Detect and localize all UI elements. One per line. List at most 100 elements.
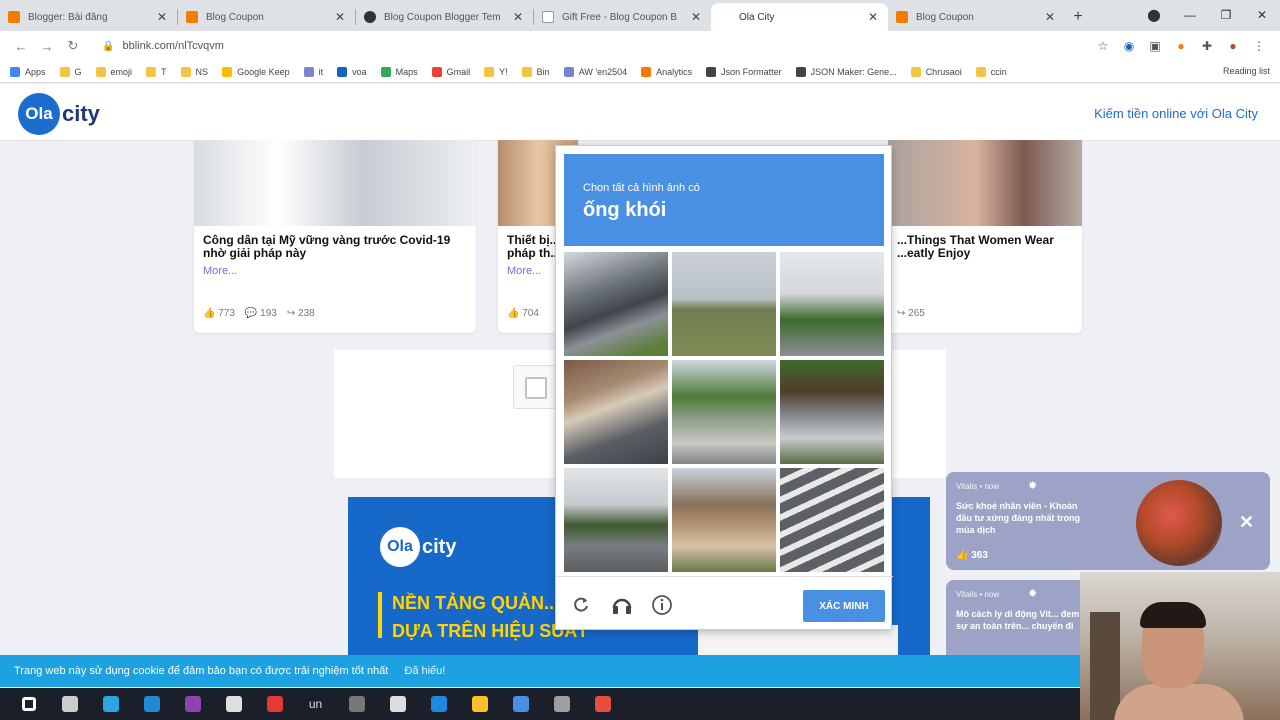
cookie-text: Trang web này sử dụng cookie để đảm bảo …	[14, 665, 389, 677]
skype-icon[interactable]	[418, 688, 459, 720]
notification-card[interactable]: Vitalis • now ✸ Sức khoẻ nhân viên - Kho…	[946, 472, 1270, 570]
folder-icon	[431, 66, 442, 77]
article-image	[194, 140, 476, 226]
avatar[interactable]: ●	[1220, 39, 1246, 53]
close-window-icon[interactable]: ✕	[1244, 8, 1280, 22]
browser-tab[interactable]: Gift Free - Blog Coupon B ✕	[534, 3, 711, 31]
cookie-accept-button[interactable]: Đã hiểu!	[404, 665, 445, 677]
edge-icon[interactable]	[90, 688, 131, 720]
browser-tab-active[interactable]: Ola City ✕	[711, 3, 888, 31]
chrome-icon[interactable]	[459, 688, 500, 720]
info-icon[interactable]	[651, 594, 673, 616]
settings-icon[interactable]	[377, 688, 418, 720]
browser-tab[interactable]: Blog Coupon ✕	[888, 3, 1065, 31]
address-bar[interactable]: 🔒 bblink.com/nlTcvqvm	[94, 34, 1090, 58]
captcha-footer: XÁC MINH	[556, 576, 893, 630]
bookmark-item[interactable]: it	[303, 66, 323, 77]
banner-headline: NỀN TẢNG QUẢN...	[392, 593, 560, 613]
menu-icon[interactable]: ⋮	[1246, 39, 1272, 53]
new-tab-button[interactable]: +	[1065, 3, 1091, 31]
back-icon[interactable]: ←	[8, 39, 34, 54]
article-card[interactable]: Công dân tại Mỹ vững vàng trước Covid-19…	[194, 140, 476, 333]
lock-icon[interactable]: 🔒	[102, 41, 114, 52]
close-icon[interactable]: ✕	[1239, 512, 1254, 533]
forward-icon[interactable]: →	[34, 39, 60, 54]
reload-icon[interactable]	[570, 594, 592, 616]
reload-icon[interactable]: ↻	[60, 38, 86, 54]
recaptcha-checkbox[interactable]	[513, 365, 557, 409]
browser-tab[interactable]: Blog Coupon Blogger Tem ✕	[356, 3, 533, 31]
bookmark-item[interactable]: G	[59, 66, 82, 77]
site-logo[interactable]: Ola city	[18, 93, 100, 135]
blogger-icon	[8, 11, 20, 23]
bookmark-item[interactable]: JSON Maker: Gene...	[795, 66, 897, 77]
browser-toolbar: ← → ↻ 🔒 bblink.com/nlTcvqvm ☆ ◉ ▣ ● ✚ ● …	[0, 31, 1280, 61]
maximize-icon[interactable]: ❐	[1208, 8, 1244, 22]
opera-icon[interactable]	[254, 688, 295, 720]
profile-menu-icon[interactable]: ⬤	[1136, 8, 1172, 22]
bookmark-item[interactable]: Maps	[380, 66, 418, 77]
browser-tab[interactable]: Blogger: Bài đăng ✕	[0, 3, 177, 31]
browser-tab[interactable]: Blog Coupon ✕	[178, 3, 355, 31]
verify-button[interactable]: XÁC MINH	[803, 590, 885, 622]
notification-meta: Vitalis • now	[956, 590, 1000, 599]
app3-icon[interactable]	[541, 688, 582, 720]
bookmark-item[interactable]: Google Keep	[222, 66, 290, 77]
captcha-tile[interactable]	[780, 360, 884, 464]
bookmark-item[interactable]: Analytics	[641, 66, 692, 77]
close-tab-icon[interactable]: ✕	[689, 10, 703, 24]
bookmark-item[interactable]: Apps	[10, 66, 46, 77]
extension-icon[interactable]: ◉	[1116, 39, 1142, 53]
captcha-tile[interactable]	[780, 252, 884, 356]
app-icon[interactable]	[213, 688, 254, 720]
bookmark-item[interactable]: NS	[180, 66, 208, 77]
extension-icon[interactable]: ▣	[1142, 39, 1168, 53]
app4-icon[interactable]	[582, 688, 623, 720]
share-icon: ↪	[286, 308, 299, 319]
more-link[interactable]: More...	[194, 260, 476, 277]
bookmark-star-icon[interactable]: ☆	[1090, 39, 1116, 53]
bookmark-item[interactable]: Y!	[484, 66, 508, 77]
window-controls: ⬤ — ❐ ✕	[1136, 0, 1280, 30]
bookmark-item[interactable]: AW 'en2504	[563, 66, 627, 77]
folder-icon	[521, 66, 532, 77]
window-icon[interactable]	[336, 688, 377, 720]
bookmark-item[interactable]: voa	[337, 66, 367, 77]
terminal-icon[interactable]: un	[295, 688, 336, 720]
captcha-tile[interactable]	[672, 360, 776, 464]
windows-start-icon[interactable]	[8, 688, 49, 720]
bookmark-item[interactable]: Chrusaoi	[910, 66, 962, 77]
headphones-icon[interactable]	[611, 594, 633, 616]
extension-icon[interactable]: ●	[1168, 39, 1194, 53]
vscode-icon[interactable]	[131, 688, 172, 720]
close-tab-icon[interactable]: ✕	[866, 10, 880, 24]
notification-image	[1136, 480, 1222, 566]
folder-icon	[484, 66, 495, 77]
captcha-tile[interactable]	[564, 468, 668, 572]
puzzle-icon[interactable]: ✚	[1194, 39, 1220, 53]
task-view-icon[interactable]	[49, 688, 90, 720]
bookmark-item[interactable]: emoji	[95, 66, 132, 77]
captcha-tile[interactable]	[564, 252, 668, 356]
bookmark-item[interactable]: Gmail	[431, 66, 470, 77]
app2-icon[interactable]	[500, 688, 541, 720]
folder-icon	[303, 66, 314, 77]
close-tab-icon[interactable]: ✕	[333, 10, 347, 24]
visual-studio-icon[interactable]	[172, 688, 213, 720]
close-tab-icon[interactable]: ✕	[155, 10, 169, 24]
close-tab-icon[interactable]: ✕	[511, 10, 525, 24]
bookmark-item[interactable]: Json Formatter	[706, 66, 782, 77]
header-link[interactable]: Kiếm tiền online với Ola City	[1094, 106, 1258, 121]
close-tab-icon[interactable]: ✕	[1043, 10, 1057, 24]
bookmark-item[interactable]: ccin	[975, 66, 1007, 77]
article-card[interactable]: ...Things That Women Wear ...eatly Enjoy…	[888, 140, 1082, 333]
bell-icon: ✸	[1028, 588, 1038, 600]
captcha-tile[interactable]	[564, 360, 668, 464]
captcha-tile[interactable]	[672, 468, 776, 572]
bookmark-item[interactable]: T	[146, 66, 167, 77]
bookmark-item[interactable]: Bin	[521, 66, 550, 77]
captcha-tile[interactable]	[780, 468, 884, 572]
reading-list-button[interactable]: Reading list	[1223, 66, 1270, 76]
minimize-icon[interactable]: —	[1172, 8, 1208, 22]
captcha-tile[interactable]	[672, 252, 776, 356]
